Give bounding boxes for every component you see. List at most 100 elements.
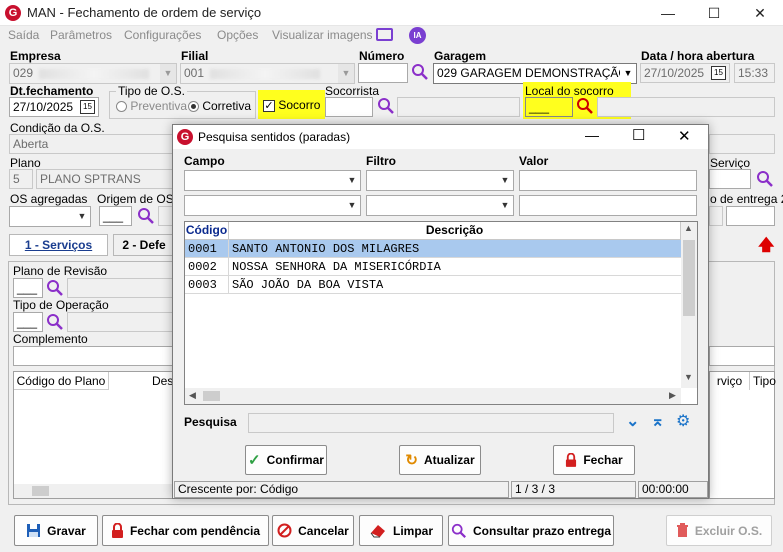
- numero-input[interactable]: [358, 63, 408, 83]
- socorro-checkbox[interactable]: ✓ Socorro: [263, 98, 320, 112]
- menu-parametros[interactable]: Parâmetros: [50, 28, 112, 42]
- tab-defeitos[interactable]: 2 - Defe: [113, 234, 175, 256]
- campo-select-2[interactable]: ▼: [184, 195, 361, 216]
- dialog-title: Pesquisa sentidos (paradas): [198, 130, 351, 144]
- origem-os-input[interactable]: ___: [99, 206, 132, 226]
- cancelar-button[interactable]: Cancelar: [272, 515, 354, 546]
- fechar-pendencia-button[interactable]: Fechar com pendência: [102, 515, 269, 546]
- tipo-operacao-search-icon[interactable]: [46, 313, 64, 331]
- grid-vscroll[interactable]: ▲ ▼: [681, 222, 697, 388]
- atualizar-button[interactable]: ↻ Atualizar: [399, 445, 481, 475]
- results-grid[interactable]: Código Descrição 0001 SANTO ANTONIO DOS …: [184, 221, 698, 405]
- servicos-grid-right[interactable]: [709, 371, 775, 499]
- refresh-icon: ↻: [405, 452, 418, 469]
- col-codigo[interactable]: Código: [185, 222, 229, 240]
- filtro-select-1[interactable]: ▼: [366, 170, 514, 191]
- complemento-label: Complemento: [13, 332, 88, 346]
- campo-label: Campo: [184, 154, 225, 168]
- tipo-os-label: Tipo de O.S.: [116, 84, 187, 98]
- plano-code-field: 5: [9, 169, 33, 189]
- calendar-icon[interactable]: 15: [80, 100, 95, 114]
- origem-os-search-icon[interactable]: [137, 207, 155, 225]
- local-socorro-search-icon[interactable]: [576, 97, 594, 115]
- ia-icon[interactable]: IA: [409, 27, 426, 44]
- menu-opcoes[interactable]: Opções: [217, 28, 258, 42]
- minimize-button[interactable]: —: [645, 0, 691, 26]
- consultar-prazo-button[interactable]: Consultar prazo entrega: [448, 515, 614, 546]
- dialog-titlebar: G Pesquisa sentidos (paradas) — ☐ ✕: [173, 125, 708, 149]
- servico-label: Serviço: [710, 156, 751, 170]
- valor-input-2[interactable]: [519, 195, 697, 216]
- gear-icon[interactable]: ⚙: [676, 411, 690, 431]
- menu-configuracoes[interactable]: Configurações: [124, 28, 201, 42]
- table-row[interactable]: 0003 SÃO JOÃO DA BOA VISTA: [185, 276, 681, 294]
- maximize-button[interactable]: ☐: [691, 0, 737, 26]
- app-logo-icon: G: [5, 5, 21, 21]
- hora-abertura-input[interactable]: 15:33: [734, 63, 775, 83]
- col-tipo: Tipo: [753, 374, 776, 388]
- prev-entrega-input[interactable]: [726, 206, 775, 226]
- calendar-icon[interactable]: 15: [711, 66, 726, 80]
- plano-revisao-search-icon[interactable]: [46, 279, 64, 297]
- trash-icon: [676, 523, 688, 537]
- grid-hscroll[interactable]: ◀ ▶: [185, 388, 681, 404]
- lock-icon: [566, 453, 577, 467]
- excluir-os-button[interactable]: Excluir O.S.: [666, 515, 772, 546]
- menu-saida[interactable]: Saída: [8, 28, 39, 42]
- gravar-button[interactable]: Gravar: [14, 515, 98, 546]
- window-titlebar: G MAN - Fechamento de ordem de serviço —…: [0, 0, 783, 26]
- confirmar-button[interactable]: ✓ Confirmar: [245, 445, 327, 475]
- campo-select-1[interactable]: ▼: [184, 170, 361, 191]
- fechar-button[interactable]: Fechar: [553, 445, 635, 475]
- col-servico: rviço: [710, 372, 750, 390]
- col-descricao: Des: [152, 374, 174, 388]
- close-window-button[interactable]: ✕: [737, 0, 783, 26]
- socorrista-label: Socorrista: [325, 84, 380, 98]
- dialog-maximize-button[interactable]: ☐: [632, 126, 645, 144]
- filial-label: Filial: [181, 49, 209, 63]
- socorrista-input[interactable]: [325, 97, 373, 117]
- table-row[interactable]: 0001 SANTO ANTONIO DOS MILAGRES: [185, 240, 681, 258]
- monitor-icon[interactable]: [376, 28, 393, 41]
- menu-visualizar-imagens[interactable]: Visualizar imagens: [272, 28, 373, 42]
- os-agregadas-label: OS agregadas: [10, 192, 88, 206]
- expand-down-icon[interactable]: ⌄: [626, 411, 639, 431]
- complemento-input[interactable]: [13, 346, 174, 366]
- data-abertura-label: Data / hora abertura: [641, 49, 755, 63]
- empresa-select[interactable]: 029 ▼: [9, 63, 177, 84]
- pesquisa-sentidos-dialog: G Pesquisa sentidos (paradas) — ☐ ✕ Camp…: [172, 124, 709, 499]
- servico-search-icon[interactable]: [756, 170, 774, 188]
- save-icon: [27, 524, 41, 537]
- valor-input-1[interactable]: [519, 170, 697, 191]
- condicao-field: Aberta: [9, 134, 174, 154]
- pesquisa-input[interactable]: [248, 413, 614, 433]
- table-row[interactable]: 0002 NOSSA SENHORA DA MISERICÓRDIA: [185, 258, 681, 276]
- plano-revisao-input[interactable]: ___: [13, 278, 43, 298]
- servicos-grid[interactable]: [13, 371, 173, 499]
- os-agregadas-select[interactable]: ▼: [9, 206, 91, 227]
- servicos-hscroll[interactable]: [14, 484, 172, 498]
- socorrista-search-icon[interactable]: [377, 97, 395, 115]
- condicao-label: Condição da O.S.: [10, 121, 105, 135]
- garagem-select[interactable]: 029 GARAGEM DEMONSTRAÇÃO ▼: [433, 63, 637, 84]
- expand-all-icon[interactable]: ⌅: [651, 411, 664, 431]
- check-icon: ✓: [248, 452, 261, 469]
- app-logo-icon: G: [177, 129, 193, 145]
- filtro-select-2[interactable]: ▼: [366, 195, 514, 216]
- preventiva-radio[interactable]: Preventiva: [116, 99, 187, 113]
- status-time: 00:00:00: [638, 481, 708, 498]
- servico-input[interactable]: [709, 169, 751, 189]
- dialog-close-button[interactable]: ✕: [678, 127, 691, 145]
- dialog-minimize-button[interactable]: —: [585, 127, 599, 143]
- numero-search-icon[interactable]: [411, 63, 429, 81]
- col-descricao[interactable]: Descrição: [229, 222, 681, 240]
- tipo-operacao-input[interactable]: ___: [13, 312, 43, 332]
- status-order: Crescente por: Código: [174, 481, 509, 498]
- complemento-input-right[interactable]: [709, 346, 775, 366]
- local-socorro-input[interactable]: ___: [525, 97, 573, 117]
- priority-arrow-icon: 🡅: [758, 237, 775, 254]
- tab-servicos[interactable]: 1 - Serviços: [9, 234, 108, 256]
- filial-select[interactable]: 001 ▼: [180, 63, 355, 84]
- corretiva-radio[interactable]: Corretiva: [188, 99, 251, 113]
- limpar-button[interactable]: Limpar: [359, 515, 443, 546]
